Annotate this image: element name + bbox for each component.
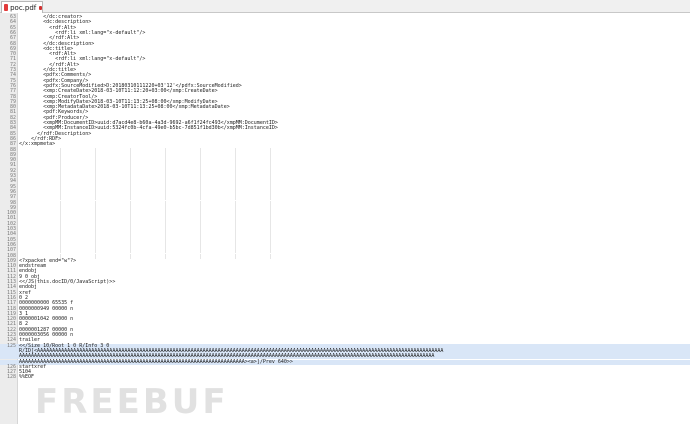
text-editor[interactable]: 63 </dc:creator> 64 <dc:description> 65 <r… [0, 13, 690, 424]
tab-title: poc.pdf [10, 3, 37, 12]
line-number: 128 [6, 374, 16, 381]
tab-poc-pdf[interactable]: poc.pdf [1, 1, 43, 13]
watermark-logo: FREEBUF [35, 382, 229, 422]
line-text: %%EOF [19, 374, 35, 381]
tab-bar: poc.pdf [0, 0, 690, 13]
code-line[interactable]: 128 %%EOF [0, 374, 690, 381]
pdf-file-icon [4, 4, 9, 11]
close-icon[interactable] [39, 5, 42, 10]
